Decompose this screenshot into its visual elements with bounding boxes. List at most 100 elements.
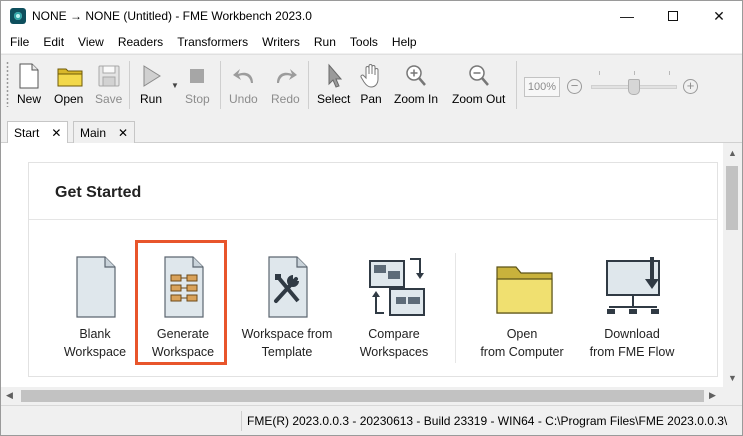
stop-label: Stop bbox=[185, 92, 210, 106]
scroll-down-icon[interactable]: ▼ bbox=[728, 373, 737, 383]
zoom-in-button[interactable]: Zoom In bbox=[394, 63, 438, 106]
tab-main-close-icon[interactable]: ✕ bbox=[118, 126, 128, 140]
zoom-plus-button[interactable]: + bbox=[683, 79, 698, 94]
redo-arrow-icon bbox=[273, 63, 298, 89]
open-label: Open bbox=[54, 92, 84, 106]
tab-start[interactable]: Start ✕ bbox=[7, 121, 69, 144]
run-dropdown-chevron-icon[interactable]: ▼ bbox=[171, 81, 179, 90]
title-bar: NONE → NONE (Untitled) - FME Workbench 2… bbox=[1, 1, 742, 31]
select-label: Select bbox=[317, 92, 351, 106]
horizontal-scroll-thumb[interactable] bbox=[21, 390, 704, 402]
zoom-level-field[interactable]: 100% bbox=[524, 77, 560, 97]
redo-label: Redo bbox=[271, 92, 300, 106]
document-tab-bar: Start ✕ Main ✕ bbox=[1, 117, 742, 144]
folder-icon bbox=[494, 255, 553, 319]
menu-view[interactable]: View bbox=[71, 35, 111, 49]
menu-help[interactable]: Help bbox=[385, 35, 424, 49]
zoom-out-magnifier-icon bbox=[467, 63, 491, 89]
horizontal-scrollbar[interactable]: ◀ ▶ bbox=[1, 387, 723, 405]
blank-workspace-caption: Blank Workspace bbox=[63, 327, 127, 359]
save-button[interactable]: Save bbox=[95, 63, 122, 106]
undo-button[interactable]: Undo bbox=[229, 63, 258, 106]
menu-tools[interactable]: Tools bbox=[343, 35, 385, 49]
close-button[interactable]: ✕ bbox=[696, 1, 742, 31]
maximize-icon bbox=[668, 11, 678, 21]
pan-label: Pan bbox=[360, 92, 382, 106]
open-button[interactable]: Open bbox=[54, 63, 83, 106]
blank-document-icon bbox=[67, 255, 123, 319]
status-separator bbox=[241, 411, 242, 431]
new-button[interactable]: New bbox=[17, 63, 41, 106]
toolbar-grip[interactable] bbox=[6, 61, 9, 107]
undo-label: Undo bbox=[229, 92, 258, 106]
slider-tick bbox=[634, 71, 635, 75]
save-disk-icon bbox=[97, 63, 121, 89]
status-build-info: FME(R) 2023.0.0.3 - 20230613 - Build 233… bbox=[247, 414, 728, 428]
generate-workspace-highlight bbox=[135, 240, 227, 365]
compare-workspaces-caption: Compare Workspaces bbox=[359, 327, 429, 359]
blank-workspace-button[interactable]: Blank Workspace bbox=[45, 255, 145, 361]
open-from-computer-button[interactable]: Open from Computer bbox=[472, 255, 572, 361]
panel-divider bbox=[29, 219, 717, 220]
window-title: NONE → NONE (Untitled) - FME Workbench 2… bbox=[32, 9, 312, 23]
toolbar-separator bbox=[308, 61, 309, 109]
status-bar: FME(R) 2023.0.0.3 - 20230613 - Build 233… bbox=[1, 405, 742, 435]
toolbar-separator bbox=[220, 61, 221, 109]
zoom-minus-button[interactable]: − bbox=[567, 79, 582, 94]
scroll-up-icon[interactable]: ▲ bbox=[728, 148, 737, 158]
zoom-out-label: Zoom Out bbox=[452, 92, 506, 106]
menu-readers[interactable]: Readers bbox=[111, 35, 170, 49]
zoom-in-magnifier-icon bbox=[404, 63, 428, 89]
compare-workspaces-icon bbox=[366, 255, 425, 319]
redo-button[interactable]: Redo bbox=[271, 63, 300, 106]
template-tools-icon bbox=[259, 255, 315, 319]
pan-button[interactable]: Pan bbox=[359, 63, 383, 106]
menu-edit[interactable]: Edit bbox=[36, 35, 71, 49]
scroll-left-icon[interactable]: ◀ bbox=[6, 390, 13, 401]
workspace-from-template-caption: Workspace from Template bbox=[241, 327, 333, 359]
undo-arrow-icon bbox=[231, 63, 255, 89]
scrollbar-corner bbox=[723, 387, 741, 405]
toolbar-separator bbox=[516, 61, 517, 109]
select-button[interactable]: Select bbox=[317, 63, 350, 106]
app-window: NONE → NONE (Untitled) - FME Workbench 2… bbox=[0, 0, 743, 436]
tab-main-label: Main bbox=[80, 125, 107, 140]
toolbar-separator bbox=[129, 61, 130, 109]
run-button[interactable]: Run bbox=[139, 63, 163, 106]
get-started-panel: Get Started Blank Workspace Generate Works… bbox=[28, 162, 718, 377]
minimize-button[interactable]: — bbox=[604, 1, 650, 31]
menu-run[interactable]: Run bbox=[307, 35, 343, 49]
new-document-icon bbox=[17, 63, 41, 89]
slider-tick bbox=[669, 71, 670, 75]
start-page: Get Started Blank Workspace Generate Works… bbox=[1, 143, 723, 387]
menu-bar: File Edit View Readers Transformers Writ… bbox=[1, 31, 742, 53]
get-started-title: Get Started bbox=[55, 184, 142, 201]
vertical-scrollbar[interactable]: ▲ ▼ bbox=[723, 143, 741, 387]
tab-main[interactable]: Main ✕ bbox=[73, 121, 136, 143]
open-from-computer-caption: Open from Computer bbox=[480, 327, 564, 359]
toolbar: New Open Save Run ▼ Stop Undo Redo Selec… bbox=[1, 54, 742, 114]
zoom-in-label: Zoom In bbox=[394, 92, 439, 106]
tab-start-close-icon[interactable]: ✕ bbox=[51, 126, 61, 140]
maximize-button[interactable] bbox=[650, 1, 696, 31]
save-label: Save bbox=[95, 92, 123, 106]
download-from-fme-flow-button[interactable]: Download from FME Flow bbox=[582, 255, 682, 361]
select-pointer-icon bbox=[322, 63, 346, 89]
menu-transformers[interactable]: Transformers bbox=[170, 35, 255, 49]
start-items-separator bbox=[455, 253, 456, 363]
compare-workspaces-button[interactable]: Compare Workspaces bbox=[344, 255, 444, 361]
run-label: Run bbox=[139, 92, 162, 106]
zoom-slider-thumb[interactable] bbox=[628, 79, 640, 95]
new-label: New bbox=[17, 92, 42, 106]
workspace-from-template-button[interactable]: Workspace from Template bbox=[237, 255, 337, 361]
download-icon bbox=[604, 255, 660, 319]
open-folder-icon bbox=[57, 63, 83, 89]
fme-app-icon bbox=[10, 8, 26, 24]
scroll-right-icon[interactable]: ▶ bbox=[709, 390, 716, 401]
slider-tick bbox=[599, 71, 600, 75]
zoom-out-button[interactable]: Zoom Out bbox=[452, 63, 505, 106]
menu-writers[interactable]: Writers bbox=[255, 35, 307, 49]
menu-file[interactable]: File bbox=[3, 35, 36, 49]
vertical-scroll-thumb[interactable] bbox=[726, 166, 738, 230]
stop-button[interactable]: Stop bbox=[185, 63, 210, 106]
